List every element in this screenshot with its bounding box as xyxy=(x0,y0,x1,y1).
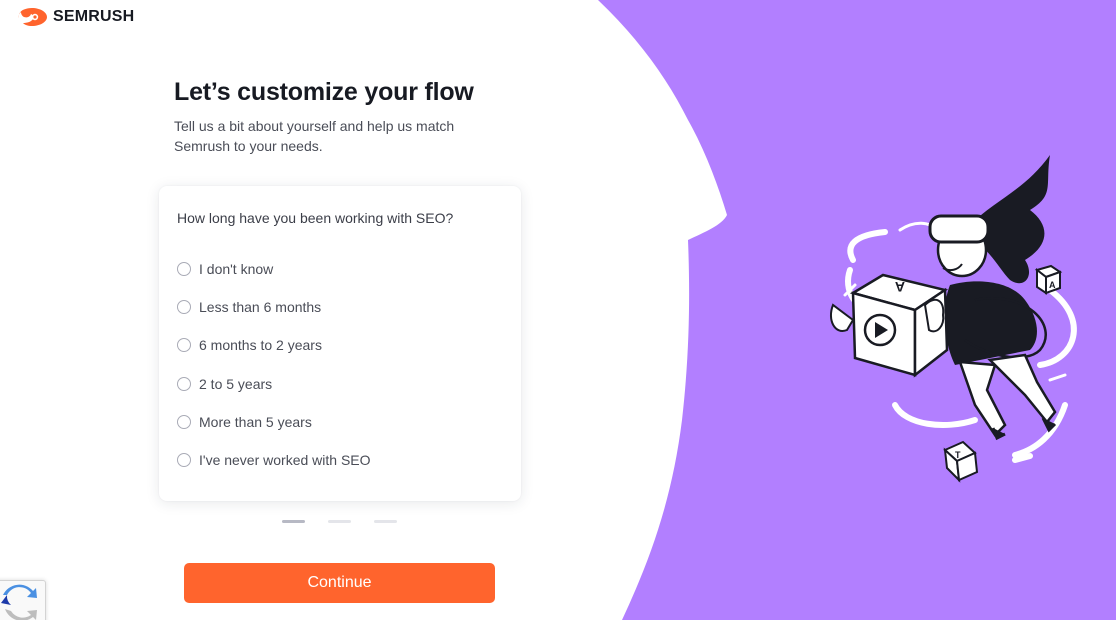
page-title: Let’s customize your flow xyxy=(174,78,474,106)
radio-button[interactable] xyxy=(177,338,191,353)
semrush-logo[interactable]: SEMRUSH xyxy=(18,7,134,27)
radio-button[interactable] xyxy=(177,300,191,315)
recaptcha-icon xyxy=(1,584,37,620)
semrush-flame-icon xyxy=(18,8,47,26)
option-more-than-5-years[interactable]: More than 5 years xyxy=(177,403,371,441)
survey-card: How long have you been working with SEO?… xyxy=(159,186,521,501)
answer-options: I don't know Less than 6 months 6 months… xyxy=(177,250,371,479)
onboarding-page: SEMRUSH Let’s customize your flow Tell u… xyxy=(0,0,1116,620)
continue-button[interactable]: Continue xyxy=(184,563,495,603)
vr-person-illustration: A A T xyxy=(829,155,1077,483)
step-dot-3 xyxy=(374,520,397,523)
option-never-worked-with-seo[interactable]: I've never worked with SEO xyxy=(177,441,371,479)
option-6-months-to-2-years[interactable]: 6 months to 2 years xyxy=(177,326,371,364)
recaptcha-badge[interactable] xyxy=(0,580,46,620)
option-label: 2 to 5 years xyxy=(199,375,273,392)
radio-button[interactable] xyxy=(177,414,191,429)
option-i-dont-know[interactable]: I don't know xyxy=(177,250,371,288)
step-dot-1 xyxy=(282,520,305,523)
brand-name: SEMRUSH xyxy=(53,8,135,25)
page-subtitle: Tell us a bit about yourself and help us… xyxy=(174,118,455,154)
option-label: More than 5 years xyxy=(199,413,312,430)
step-indicator xyxy=(282,520,397,523)
survey-question: How long have you been working with SEO? xyxy=(177,210,454,226)
radio-button[interactable] xyxy=(177,376,191,391)
option-label: I've never worked with SEO xyxy=(199,452,371,469)
radio-button[interactable] xyxy=(177,453,191,468)
option-label: 6 months to 2 years xyxy=(199,337,322,354)
svg-text:A: A xyxy=(895,279,905,295)
svg-text:A: A xyxy=(1049,280,1056,290)
option-label: I don't know xyxy=(199,261,274,278)
svg-text:T: T xyxy=(955,450,961,460)
option-less-than-6-months[interactable]: Less than 6 months xyxy=(177,288,371,326)
step-dot-2 xyxy=(328,520,351,523)
radio-button[interactable] xyxy=(177,262,191,277)
option-2-to-5-years[interactable]: 2 to 5 years xyxy=(177,365,371,403)
option-label: Less than 6 months xyxy=(199,299,322,316)
